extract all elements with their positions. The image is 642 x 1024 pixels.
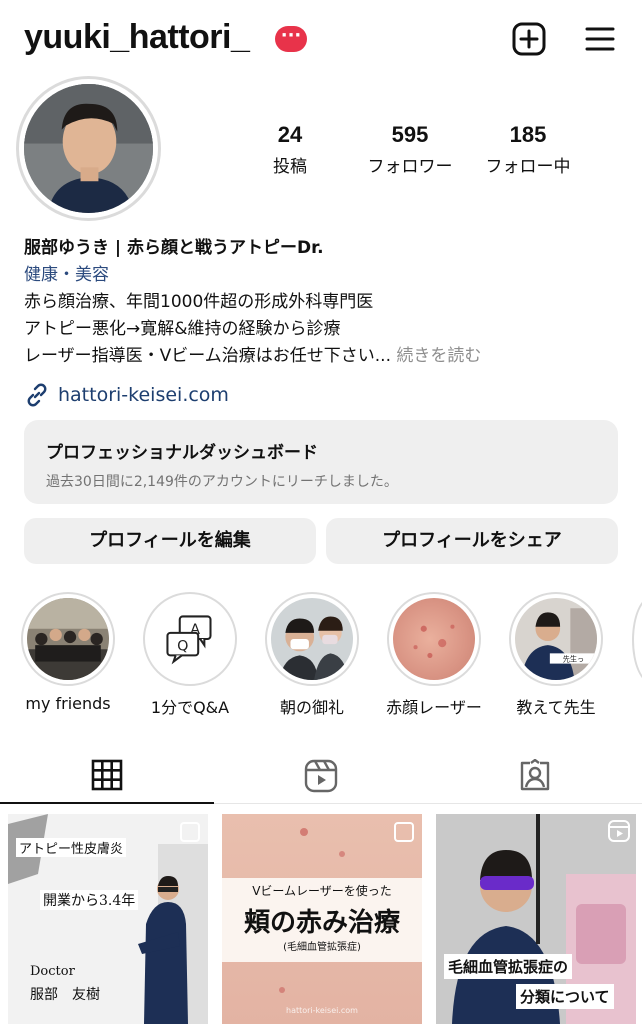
highlight-thumbnail	[271, 598, 353, 680]
create-post-button[interactable]	[509, 19, 549, 59]
display-name: 服部ゆうき | 赤ら顔と戦うアトピーDr.	[24, 238, 324, 258]
profile-tabs	[0, 748, 642, 804]
bio-line: 赤ら顔治療、年間1000件超の形成外科専門医	[24, 292, 374, 312]
grid-icon	[91, 759, 123, 791]
profile-bio: 服部ゆうき | 赤ら顔と戦うアトピーDr. 健康・美容 赤ら顔治療、年間1000…	[24, 235, 624, 370]
highlight-ask-doctor[interactable]: 先生っ 教えて先生	[508, 592, 604, 718]
followers-count[interactable]: 595 フォロワー	[356, 122, 464, 177]
highlight-label: 1分でQ&A	[150, 698, 230, 717]
following-count[interactable]: 185 フォロー中	[474, 122, 582, 177]
highlight-thumbnail	[27, 598, 109, 680]
post-thumbnail[interactable]: アトピー性皮膚炎 開業から3.4年 Doctor 服部 友樹	[8, 814, 208, 1024]
post-thumbnail[interactable]: 毛細血管拡張症の 分類について	[436, 814, 636, 1024]
category-label[interactable]: 健康・美容	[24, 262, 624, 289]
read-more-link[interactable]: 続きを読む	[396, 346, 481, 366]
post-thumbnail[interactable]: Vビームレーザーを使った 頬の赤み治療 (毛細血管拡張症) hattori-ke…	[222, 814, 422, 1024]
post-caption: 頬の赤み治療	[243, 908, 400, 938]
hamburger-menu-icon	[585, 27, 615, 51]
highlight-thumbnail: AQ	[149, 598, 231, 680]
tab-reels[interactable]	[214, 748, 428, 804]
qa-bubbles-icon: AQ	[166, 615, 212, 665]
post-caption: (毛細血管拡張症)	[283, 942, 361, 953]
post-caption: 分類について	[516, 984, 614, 1009]
post-caption: 開業から3.4年	[40, 890, 139, 910]
plus-square-icon	[512, 22, 546, 56]
dashboard-subtitle: 過去30日間に2,149件のアカウントにリーチしました。	[46, 474, 398, 490]
highlight-redness-laser[interactable]: 赤顔レーザー	[386, 592, 482, 718]
highlight-morning[interactable]: 朝の御礼	[264, 592, 360, 718]
highlight-thumbnail	[393, 598, 475, 680]
menu-button[interactable]	[580, 19, 620, 59]
svg-text:先生っ: 先生っ	[563, 655, 584, 664]
bio-line: アトピー悪化→寛解&維持の経験から診療	[24, 319, 341, 339]
bio-line: レーザー指導医・Vビーム治療はお任せ下さい...	[24, 346, 391, 366]
top-bar: yuuki_hattori_ ···	[0, 0, 642, 80]
professional-dashboard[interactable]: プロフェッショナルダッシュボード 過去30日間に2,149件のアカウントにリーチ…	[24, 420, 618, 504]
svg-text:Q: Q	[177, 638, 188, 654]
post-caption: Doctor	[30, 964, 75, 979]
notification-badge[interactable]: ···	[275, 26, 307, 52]
multi-photo-icon	[394, 822, 414, 842]
website-url: hattori-keisei.com	[58, 384, 229, 406]
highlight-label: 朝の御礼	[279, 698, 344, 717]
profile-avatar[interactable]	[16, 76, 161, 221]
post-caption: hattori-keisei.com	[286, 1006, 358, 1015]
avatar-photo	[24, 84, 153, 213]
tab-posts-grid[interactable]	[0, 748, 214, 804]
highlight-label: 赤顔レーザー	[386, 698, 482, 717]
highlight-thumbnail: 先生っ	[515, 598, 597, 680]
dashboard-title: プロフェッショナルダッシュボード	[46, 443, 318, 463]
reel-icon	[608, 820, 630, 846]
stat-label: フォロワー	[367, 157, 453, 177]
posts-grid: アトピー性皮膚炎 開業から3.4年 Doctor 服部 友樹 Vビームレーザーを…	[0, 806, 642, 1024]
multi-photo-icon	[180, 822, 200, 842]
highlight-qa[interactable]: AQ 1分でQ&A	[142, 592, 238, 718]
edit-profile-button[interactable]: プロフィールを編集	[24, 518, 316, 564]
post-caption: 服部 友樹	[30, 987, 100, 1003]
link-icon	[27, 383, 47, 407]
stat-value: 185	[509, 122, 547, 147]
tagged-person-icon	[520, 759, 550, 791]
reels-icon	[304, 759, 338, 793]
post-caption: Vビームレーザーを使った	[252, 884, 392, 898]
post-caption: アトピー性皮膚炎	[16, 838, 127, 857]
stat-value: 595	[391, 122, 429, 147]
highlight-label: my friends	[25, 694, 111, 713]
username[interactable]: yuuki_hattori_	[24, 18, 250, 57]
stat-label: フォロー中	[485, 157, 571, 177]
highlight-my-friends[interactable]: my friends	[20, 592, 116, 713]
share-profile-button[interactable]: プロフィールをシェア	[326, 518, 618, 564]
highlight-partial[interactable]	[632, 596, 642, 684]
website-link[interactable]: hattori-keisei.com	[24, 382, 229, 408]
post-caption: 毛細血管拡張症の	[444, 954, 573, 979]
stat-label: 投稿	[273, 157, 307, 177]
tab-tagged[interactable]	[428, 748, 642, 804]
posts-count[interactable]: 24 投稿	[250, 122, 330, 177]
stat-value: 24	[277, 122, 303, 147]
highlight-label: 教えて先生	[516, 698, 596, 717]
